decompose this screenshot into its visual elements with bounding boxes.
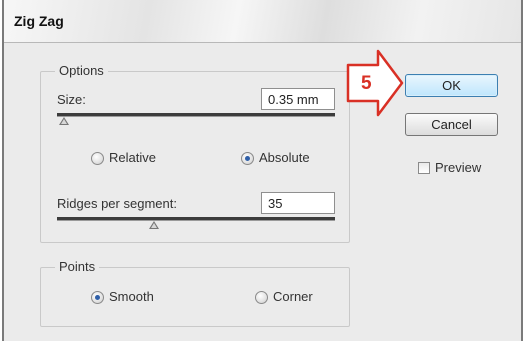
dialog-title: Zig Zag <box>14 13 64 29</box>
corner-radio-button[interactable] <box>255 291 268 304</box>
preview-label[interactable]: Preview <box>435 160 481 175</box>
ridges-label: Ridges per segment: <box>57 196 177 211</box>
smooth-radio-label: Smooth <box>109 289 154 304</box>
cancel-button[interactable]: Cancel <box>405 113 498 136</box>
step-callout-arrow <box>346 49 404 117</box>
size-label: Size: <box>57 92 86 107</box>
points-legend: Points <box>55 259 100 274</box>
options-group: Options Size: 0.35 mm Relative Absolute … <box>40 63 350 243</box>
step-number: 5 <box>361 73 372 94</box>
absolute-radio-label: Absolute <box>259 150 310 165</box>
relative-radio-button[interactable] <box>91 152 104 165</box>
ok-button[interactable]: OK <box>405 74 498 97</box>
points-group: Points Smooth Corner <box>40 259 350 327</box>
size-slider-track[interactable] <box>57 113 335 117</box>
size-input[interactable]: 0.35 mm <box>261 88 335 110</box>
ridges-slider-thumb[interactable] <box>149 221 159 229</box>
dialog-body: Options Size: 0.35 mm Relative Absolute … <box>4 43 521 341</box>
options-legend: Options <box>55 63 108 78</box>
title-bar[interactable]: Zig Zag <box>4 0 521 43</box>
zigzag-dialog: Zig Zag Options Size: 0.35 mm Relative A… <box>2 0 523 341</box>
preview-checkbox[interactable] <box>418 162 430 174</box>
size-slider-thumb[interactable] <box>59 117 69 125</box>
ridges-input[interactable]: 35 <box>261 192 335 214</box>
ridges-slider-track[interactable] <box>57 217 335 221</box>
absolute-radio-button[interactable] <box>241 152 254 165</box>
smooth-radio-button[interactable] <box>91 291 104 304</box>
corner-radio-label: Corner <box>273 289 313 304</box>
relative-radio-label: Relative <box>109 150 156 165</box>
